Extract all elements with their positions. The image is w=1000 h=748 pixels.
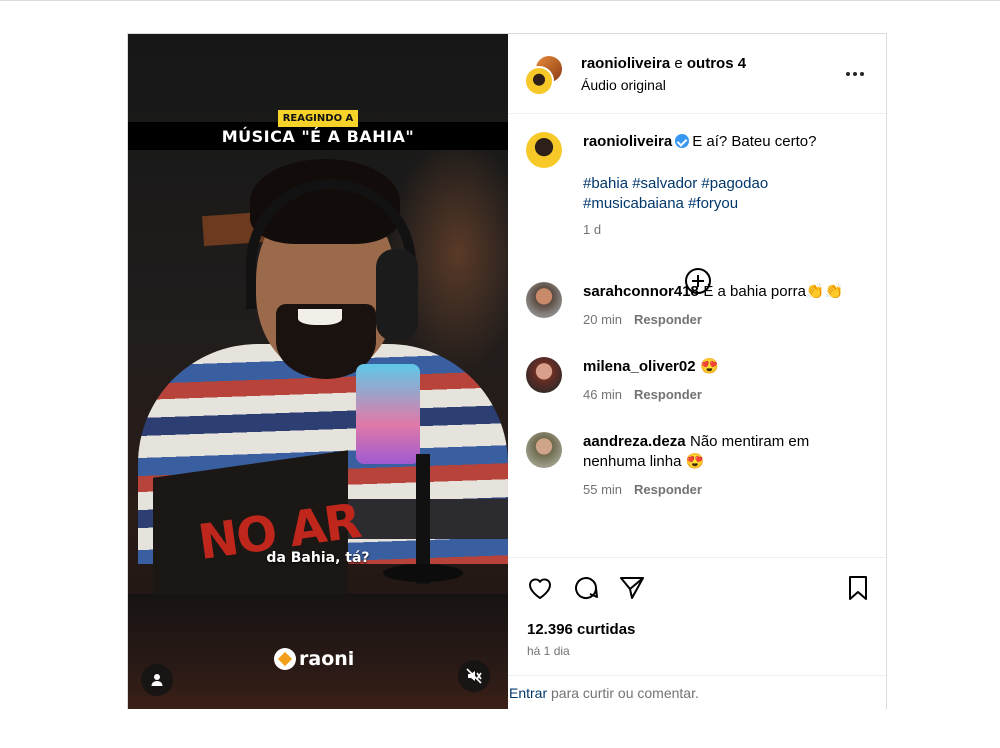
comment-meta: 46 min Responder — [583, 387, 702, 402]
video-title: MÚSICA "É A BAHIA" — [221, 127, 415, 146]
caption-text: E aí? Bateu certo? — [692, 133, 817, 150]
speaker-muted-icon — [466, 668, 482, 684]
top-divider — [0, 0, 1000, 1]
comment-body: aandreza.deza Não mentiram em nenhuma li… — [583, 432, 873, 472]
comment-text: É a bahia porra👏👏 — [703, 283, 844, 300]
video-headphones-cup — [376, 249, 418, 341]
caption-username[interactable]: raonioliveira — [583, 133, 672, 150]
hashtags-line-1[interactable]: #bahia #salvador #pagodao — [583, 174, 853, 194]
comment-time: 46 min — [583, 387, 623, 402]
likes-count[interactable]: 12.396 curtidas — [527, 621, 635, 638]
post-age: há 1 dia — [527, 644, 570, 658]
video-microphone — [356, 364, 420, 464]
user-icon — [151, 674, 163, 686]
comment-avatar[interactable] — [526, 432, 562, 468]
comment-body: milena_oliver02 😍 — [583, 357, 873, 377]
comment-avatar[interactable] — [526, 357, 562, 393]
comment-time: 55 min — [583, 482, 623, 497]
logo-text: raoni — [299, 648, 355, 670]
mute-toggle-button[interactable] — [458, 660, 490, 692]
video-tag: REAGINDO A — [278, 110, 358, 127]
comment-username[interactable]: aandreza.deza — [583, 433, 686, 450]
comment-meta: 20 min Responder — [583, 312, 702, 327]
login-prompt-text: para curtir ou comentar. — [547, 685, 699, 701]
share-icon[interactable] — [618, 574, 646, 602]
collab-avatar-primary — [524, 66, 554, 96]
author-username[interactable]: raonioliveira — [581, 55, 670, 72]
video-person-smile — [298, 309, 342, 325]
post-header: raonioliveira e outros 4 Áudio original — [508, 34, 886, 114]
reply-button[interactable]: Responder — [634, 387, 702, 402]
raoni-logo: raoni — [274, 646, 364, 672]
caption-hashtags: #bahia #salvador #pagodao #musicabaiana … — [583, 174, 853, 214]
tagged-users-button[interactable] — [141, 664, 173, 696]
heart-icon[interactable] — [526, 574, 554, 602]
video-mic-base — [383, 564, 463, 582]
post-author: raonioliveira e outros 4 — [581, 55, 746, 72]
hashtags-line-2[interactable]: #musicabaiana #foryou — [583, 194, 853, 214]
verified-badge-icon — [675, 134, 690, 148]
more-icon[interactable] — [846, 72, 864, 76]
video-subtitle: da Bahia, tá? — [266, 550, 370, 566]
comments-panel[interactable]: raonioliveira E aí? Bateu certo? #bahia #… — [508, 114, 886, 557]
video-player[interactable]: NO AR REAGINDO A MÚSICA "É A BAHIA" da B… — [128, 34, 508, 709]
post-actions: 12.396 curtidas há 1 dia — [508, 557, 886, 675]
caption-avatar[interactable] — [526, 132, 562, 168]
reply-button[interactable]: Responder — [634, 482, 702, 497]
comment-username[interactable]: milena_oliver02 — [583, 358, 696, 375]
post-sidebar: raonioliveira e outros 4 Áudio original … — [508, 34, 886, 709]
collab-avatars[interactable] — [524, 54, 566, 96]
comment-text: 😍 — [700, 358, 719, 375]
audio-link[interactable]: Áudio original — [581, 77, 666, 93]
caption-line: raonioliveira E aí? Bateu certo? — [583, 132, 873, 152]
comment-avatar[interactable] — [526, 282, 562, 318]
login-prompt: Entrar para curtir ou comentar. — [508, 675, 886, 709]
comment-body: sarahconnor418 É a bahia porra👏👏 — [583, 282, 873, 302]
reply-button[interactable]: Responder — [634, 312, 702, 327]
comment-icon[interactable] — [572, 574, 600, 602]
author-conjunction: e — [674, 55, 683, 72]
comment-time: 20 min — [583, 312, 623, 327]
logo-mark — [274, 648, 296, 670]
bookmark-icon[interactable] — [844, 574, 872, 602]
post-card: NO AR REAGINDO A MÚSICA "É A BAHIA" da B… — [127, 33, 887, 709]
comment-username[interactable]: sarahconnor418 — [583, 283, 699, 300]
login-link[interactable]: Entrar — [509, 685, 547, 701]
caption-time: 1 d — [583, 222, 602, 237]
author-others[interactable]: outros 4 — [687, 55, 746, 72]
comment-meta: 55 min Responder — [583, 482, 702, 497]
